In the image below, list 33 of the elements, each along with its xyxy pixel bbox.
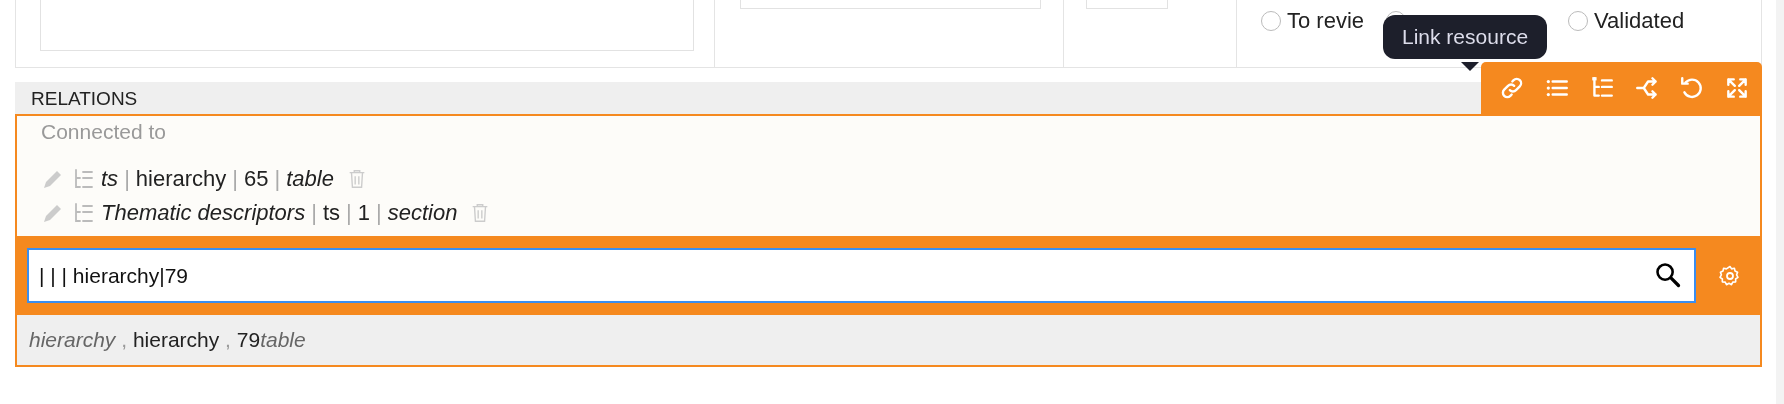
tooltip-pointer bbox=[1461, 62, 1479, 71]
separator: | bbox=[346, 200, 352, 226]
relation-name: section bbox=[387, 200, 458, 226]
suggestion-item[interactable]: hierarchy , hierarchy , 79table bbox=[17, 315, 1760, 365]
section-header: RELATIONS bbox=[15, 82, 1481, 114]
section-label: Connected to bbox=[41, 120, 166, 144]
relation-name: table bbox=[286, 166, 334, 192]
separator: | bbox=[376, 200, 382, 226]
radio-label: To revie bbox=[1287, 8, 1365, 34]
link-icon[interactable] bbox=[1499, 75, 1525, 101]
relation-name: ts bbox=[101, 166, 119, 192]
settings-icon[interactable] bbox=[1718, 263, 1742, 288]
undo-icon[interactable] bbox=[1679, 75, 1705, 101]
text-field[interactable] bbox=[40, 0, 694, 51]
radio-button[interactable] bbox=[1261, 11, 1281, 31]
relation-value: ts bbox=[322, 200, 341, 226]
separator: | bbox=[232, 166, 239, 192]
search-icon[interactable] bbox=[1654, 261, 1682, 289]
separator: | bbox=[274, 166, 281, 192]
relation-value: 1 bbox=[357, 200, 370, 226]
separator: | bbox=[311, 200, 317, 226]
relation-value: 65 bbox=[244, 166, 269, 192]
text-field[interactable] bbox=[740, 0, 1041, 9]
expand-icon[interactable] bbox=[1724, 75, 1750, 101]
radio-button[interactable] bbox=[1568, 11, 1589, 31]
relation-name: Thematic descriptors bbox=[101, 200, 306, 226]
merge-icon[interactable] bbox=[1634, 75, 1660, 101]
separator: | bbox=[124, 166, 130, 192]
relation-value: hierarchy bbox=[135, 166, 227, 192]
text-field[interactable] bbox=[1086, 0, 1168, 9]
tooltip: Link resource bbox=[1383, 15, 1548, 59]
radio-label: Validated bbox=[1594, 8, 1685, 34]
search-field[interactable]: | | | hierarchy|79 bbox=[27, 248, 1696, 303]
